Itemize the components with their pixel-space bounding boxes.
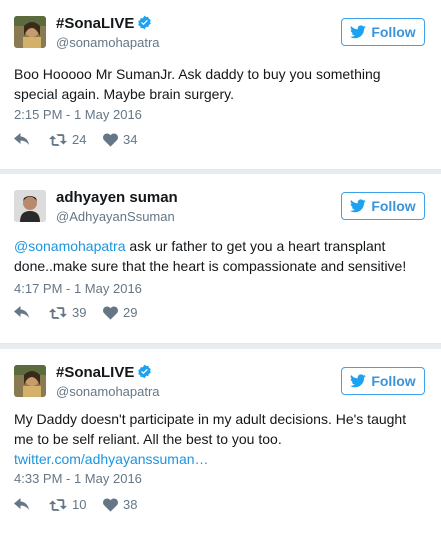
- tweet-timestamp[interactable]: 4:17 PM - 1 May 2016: [14, 281, 142, 296]
- retweet-button[interactable]: 24: [49, 132, 103, 147]
- reply-button[interactable]: [14, 132, 49, 147]
- follow-button[interactable]: Follow: [341, 18, 425, 46]
- tweet-feed: #SonaLIVE @sonamohapatra Follow Boo Hooo…: [0, 0, 441, 535]
- retweet-icon: [49, 498, 67, 511]
- user-handle[interactable]: @AdhyayanSsuman: [56, 209, 175, 225]
- tweet-text: @sonamohapatra ask ur father to get you …: [14, 236, 427, 276]
- retweet-icon: [49, 306, 67, 319]
- follow-button[interactable]: Follow: [341, 367, 425, 395]
- tweet-text: My Daddy doesn't participate in my adult…: [14, 409, 427, 469]
- like-count: 38: [123, 497, 138, 512]
- twitter-bird-icon: [350, 374, 367, 388]
- display-name[interactable]: #SonaLIVE: [56, 364, 134, 381]
- tweet-card: adhyayen suman @AdhyayanSsuman Follow @s…: [0, 174, 441, 344]
- tweet-text-content: My Daddy doesn't participate in my adult…: [14, 411, 407, 447]
- tweet-card: #SonaLIVE @sonamohapatra Follow My Daddy…: [0, 349, 441, 535]
- retweet-button[interactable]: 10: [49, 497, 103, 512]
- like-count: 29: [123, 305, 138, 320]
- display-name-row[interactable]: #SonaLIVE: [56, 364, 152, 382]
- reply-icon: [14, 305, 29, 318]
- tweet-actions: 24 34: [14, 132, 137, 147]
- user-handle[interactable]: @sonamohapatra: [56, 384, 160, 400]
- follow-label: Follow: [371, 373, 416, 389]
- follow-label: Follow: [371, 24, 416, 40]
- follow-label: Follow: [371, 198, 416, 214]
- heart-icon: [103, 497, 118, 512]
- tweet-timestamp[interactable]: 4:33 PM - 1 May 2016: [14, 471, 142, 486]
- reply-icon: [14, 497, 29, 510]
- retweet-count: 10: [72, 497, 87, 512]
- display-name[interactable]: adhyayen suman: [56, 189, 178, 206]
- avatar[interactable]: [14, 16, 46, 48]
- tweet-timestamp[interactable]: 2:15 PM - 1 May 2016: [14, 107, 142, 122]
- tweet-text-content: Boo Hooooo Mr SumanJr. Ask daddy to buy …: [14, 66, 381, 102]
- heart-icon: [103, 305, 118, 320]
- avatar[interactable]: [14, 190, 46, 222]
- tweet-text: Boo Hooooo Mr SumanJr. Ask daddy to buy …: [14, 64, 427, 104]
- display-name-row[interactable]: adhyayen suman: [56, 189, 178, 207]
- retweet-count: 24: [72, 132, 87, 147]
- tweet-link[interactable]: twitter.com/adhyayanssuman…: [14, 451, 209, 467]
- reply-button[interactable]: [14, 497, 49, 512]
- mention-link[interactable]: @sonamohapatra: [14, 238, 126, 254]
- verified-badge-icon: [138, 15, 152, 30]
- verified-badge-icon: [138, 364, 152, 379]
- heart-icon: [103, 132, 118, 147]
- retweet-icon: [49, 133, 67, 146]
- follow-button[interactable]: Follow: [341, 192, 425, 220]
- retweet-button[interactable]: 39: [49, 305, 103, 320]
- display-name-row[interactable]: #SonaLIVE: [56, 15, 152, 33]
- tweet-card: #SonaLIVE @sonamohapatra Follow Boo Hooo…: [0, 0, 441, 170]
- user-handle[interactable]: @sonamohapatra: [56, 35, 160, 51]
- retweet-count: 39: [72, 305, 87, 320]
- like-button[interactable]: 29: [103, 305, 137, 320]
- twitter-bird-icon: [350, 25, 367, 39]
- tweet-actions: 39 29: [14, 305, 137, 320]
- twitter-bird-icon: [350, 199, 367, 213]
- display-name[interactable]: #SonaLIVE: [56, 15, 134, 32]
- avatar[interactable]: [14, 365, 46, 397]
- reply-icon: [14, 132, 29, 145]
- like-count: 34: [123, 132, 138, 147]
- reply-button[interactable]: [14, 305, 49, 320]
- tweet-actions: 10 38: [14, 497, 137, 512]
- like-button[interactable]: 38: [103, 497, 137, 512]
- like-button[interactable]: 34: [103, 132, 137, 147]
